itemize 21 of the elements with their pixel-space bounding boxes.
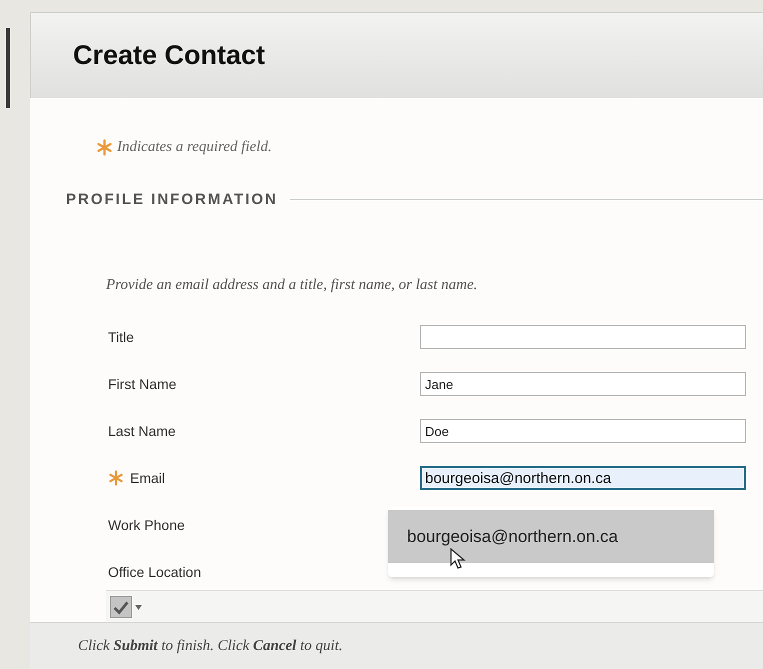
text-input-field[interactable] bbox=[420, 325, 746, 349]
caret-icon[interactable] bbox=[135, 604, 142, 610]
field-label: Email bbox=[130, 468, 166, 488]
field-label: Title bbox=[108, 328, 134, 346]
text-input-field[interactable]: bourgeoisa@northern.on.ca bbox=[420, 466, 746, 490]
field-label: First Name bbox=[108, 374, 176, 394]
required-note: Indicates a required field. bbox=[117, 138, 272, 157]
text-input-field[interactable]: Doe bbox=[420, 419, 746, 443]
instructions-text: Provide an email address and a title, first name, or last name. bbox=[106, 276, 478, 295]
mouse-cursor-icon bbox=[450, 548, 466, 570]
page-title: Create Contact bbox=[73, 39, 266, 72]
required-asterisk-icon bbox=[96, 138, 113, 156]
autocomplete-option[interactable]: bourgeoisa@northern.on.ca bbox=[388, 510, 714, 563]
required-asterisk-icon bbox=[108, 470, 124, 486]
field-label: Office Location bbox=[108, 562, 202, 582]
text-input-field[interactable]: Jane bbox=[420, 372, 746, 396]
section-heading: PROFILE INFORMATION bbox=[66, 190, 278, 210]
footer-instructions: Click Submit to finish. Click Cancel to quit. bbox=[78, 636, 343, 656]
field-label: Work Phone bbox=[108, 516, 185, 534]
spellcheck-icon[interactable] bbox=[110, 596, 132, 618]
field-label: Last Name bbox=[108, 422, 176, 440]
